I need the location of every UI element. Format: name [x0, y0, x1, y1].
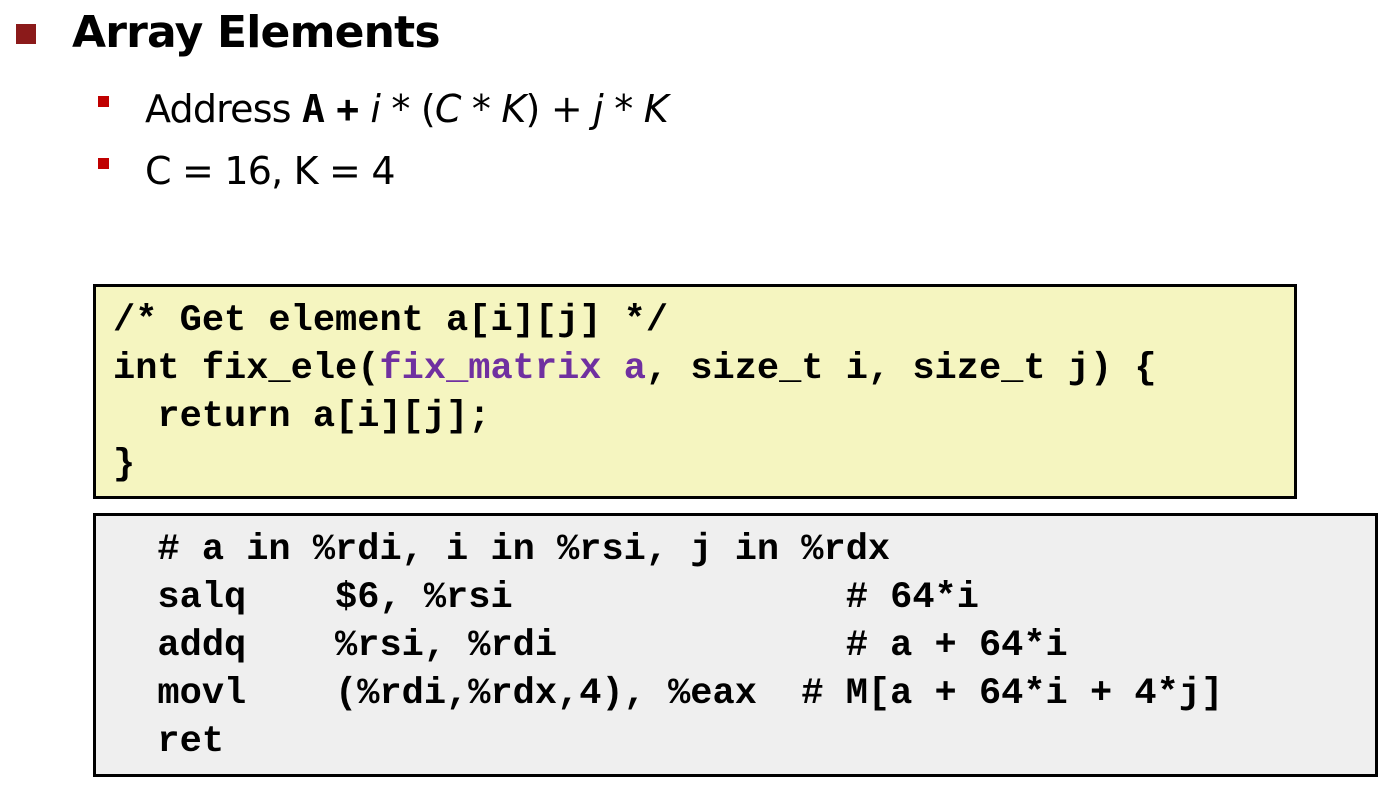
formula-j: j	[593, 87, 604, 131]
address-label: Address	[145, 87, 292, 131]
signature-suffix: , size_t i, size_t j) {	[645, 348, 1157, 390]
bullet-constants: C = 16, K = 4	[98, 140, 668, 202]
c-code-block: /* Get element a[i][j] */int fix_ele(fix…	[93, 284, 1297, 499]
address-formula: Address A + i * (C * K) + j * K	[145, 87, 669, 131]
asm-line-addq: addq %rsi, %rdi # a + 64*i	[113, 625, 1068, 667]
formula-times2: *	[460, 87, 502, 131]
heading-bullet-icon	[16, 24, 36, 44]
address-plus: +	[336, 87, 360, 131]
formula-i: i	[370, 87, 381, 131]
signature-prefix: int fix_ele(	[113, 348, 380, 390]
bullet-square-icon	[98, 157, 109, 169]
formula-C: C	[434, 87, 462, 131]
constants-text: C = 16, K = 4	[145, 149, 396, 193]
bullet-address: Address A + i * (C * K) + j * K	[98, 78, 669, 140]
slide-heading: Array Elements	[16, 4, 441, 60]
address-base: A	[302, 87, 325, 131]
asm-line-salq: salq $6, %rsi # 64*i	[113, 577, 979, 619]
c-code-return: return a[i][j];	[113, 396, 491, 438]
formula-rest: ) +	[525, 87, 594, 131]
formula-times3: *	[602, 87, 644, 131]
signature-matrix-param: fix_matrix a	[379, 348, 646, 390]
bullet-square-icon	[98, 95, 109, 107]
asm-line-ret: ret	[113, 721, 225, 763]
formula-K2: K	[643, 87, 669, 131]
c-code-signature: int fix_ele(fix_matrix a, size_t i, size…	[113, 345, 1294, 393]
formula-K1: K	[501, 87, 526, 131]
heading-title: Array Elements	[72, 6, 441, 58]
asm-line-movl: movl (%rdi,%rdx,4), %eax # M[a + 64*i + …	[113, 673, 1224, 715]
formula-times1: * (	[380, 87, 435, 131]
bullet-list: Address A + i * (C * K) + j * K C = 16, …	[98, 78, 669, 202]
asm-code-block: # a in %rdi, i in %rsi, j in %rdx salq $…	[93, 513, 1378, 777]
asm-line-comment: # a in %rdi, i in %rsi, j in %rdx	[113, 529, 891, 571]
c-code-comment: /* Get element a[i][j] */	[113, 300, 669, 342]
c-code-close-brace: }	[113, 444, 136, 486]
